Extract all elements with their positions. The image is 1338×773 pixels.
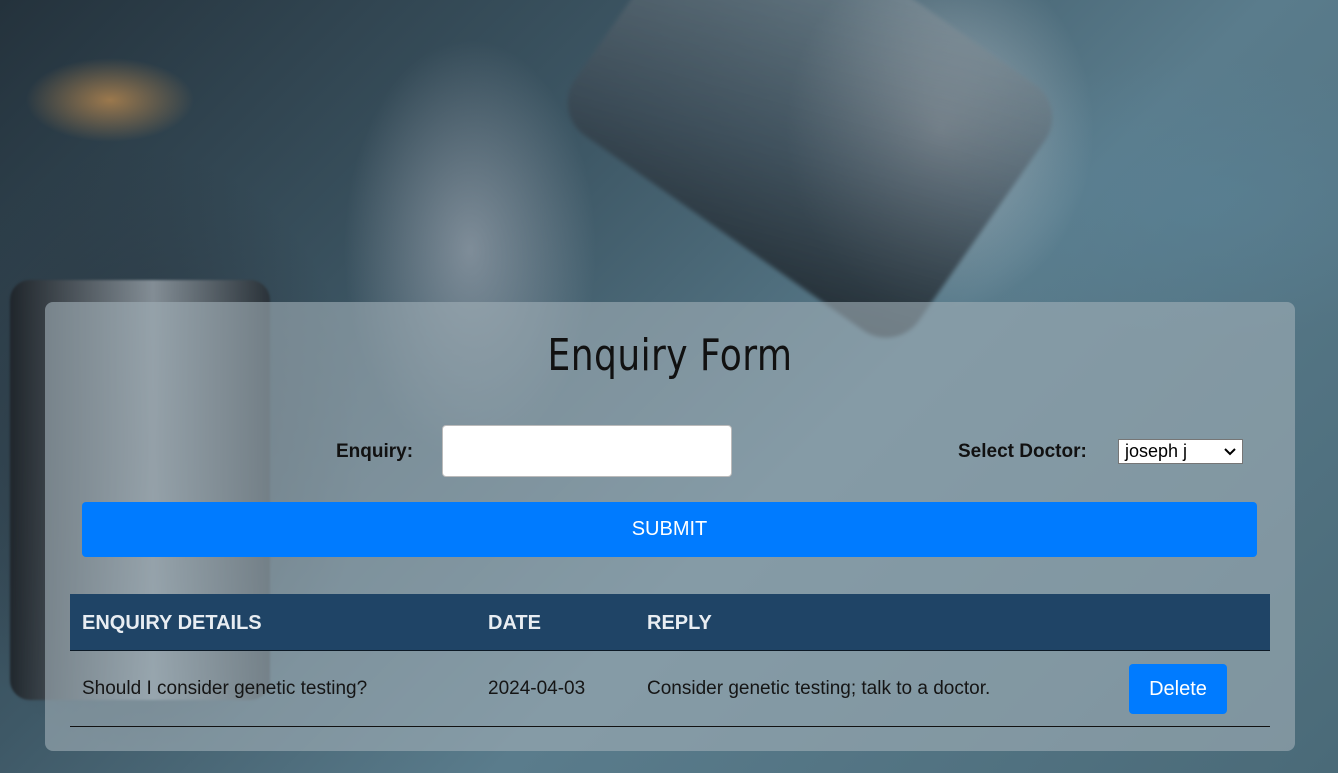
enquiry-label: Enquiry:: [336, 441, 414, 462]
doctor-select-value: joseph j: [1125, 441, 1188, 461]
header-enquiry-details: ENQUIRY DETAILS: [82, 612, 262, 634]
doctor-select[interactable]: joseph j: [1118, 439, 1243, 464]
background-microscope-objective: [551, 0, 1069, 354]
header-date: DATE: [488, 612, 541, 634]
reply-cell: Consider genetic testing; talk to a doct…: [647, 678, 991, 699]
chevron-down-icon: [1224, 445, 1236, 459]
table-row: Should I consider genetic testing? 2024-…: [70, 651, 1270, 727]
table-header: ENQUIRY DETAILS DATE REPLY: [70, 594, 1270, 651]
enquiry-input[interactable]: [442, 425, 732, 477]
doctor-label: Select Doctor:: [958, 441, 1087, 462]
submit-button[interactable]: SUBMIT: [82, 502, 1257, 557]
enquiry-panel: Enquiry Form Enquiry: Select Doctor: jos…: [45, 302, 1295, 751]
enquiry-table: ENQUIRY DETAILS DATE REPLY Should I cons…: [70, 594, 1270, 727]
delete-button[interactable]: Delete: [1129, 664, 1227, 714]
header-reply: REPLY: [647, 612, 712, 634]
page-title: Enquiry Form: [547, 330, 793, 381]
date-cell: 2024-04-03: [488, 678, 586, 699]
enquiry-details-cell: Should I consider genetic testing?: [82, 678, 368, 699]
